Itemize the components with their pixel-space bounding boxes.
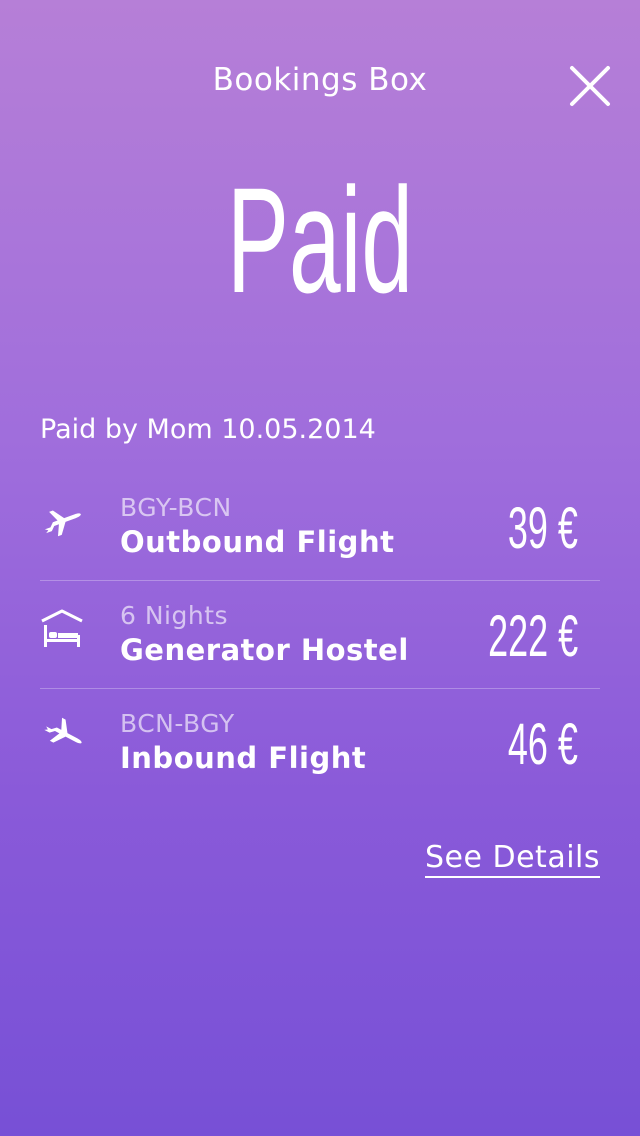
airplane-takeoff-icon xyxy=(44,510,81,537)
booking-item-outbound-flight[interactable]: BGY-BCN Outbound Flight 39 € xyxy=(40,473,600,581)
paid-by-text: Paid by Mom 10.05.2014 xyxy=(40,414,376,445)
see-details-link[interactable]: See Details xyxy=(425,840,600,878)
page-title: Bookings Box xyxy=(212,62,428,98)
booking-item-name: Outbound Flight xyxy=(120,525,395,559)
booking-item-generator-hostel[interactable]: 6 Nights Generator Hostel 222 € xyxy=(40,581,600,689)
booking-item-name: Generator Hostel xyxy=(120,633,409,667)
booking-item-price: 46 € xyxy=(508,712,578,777)
booking-item-price: 222 € xyxy=(488,604,578,669)
booking-item-name: Inbound Flight xyxy=(120,741,367,775)
airplane-landing-icon xyxy=(44,717,82,744)
booking-item-code: BCN-BGY xyxy=(120,709,235,738)
booking-item-code: BGY-BCN xyxy=(120,493,232,522)
close-icon xyxy=(570,66,610,106)
booking-item-code: 6 Nights xyxy=(120,601,229,630)
booking-list: BGY-BCN Outbound Flight 39 € 6 Nights Ge… xyxy=(40,473,600,796)
close-button[interactable] xyxy=(562,58,618,114)
hostel-bed-icon xyxy=(41,609,83,647)
booking-item-inbound-flight[interactable]: BCN-BGY Inbound Flight 46 € xyxy=(40,689,600,796)
booking-item-price: 39 € xyxy=(508,496,578,561)
status-label: Paid xyxy=(226,156,414,324)
